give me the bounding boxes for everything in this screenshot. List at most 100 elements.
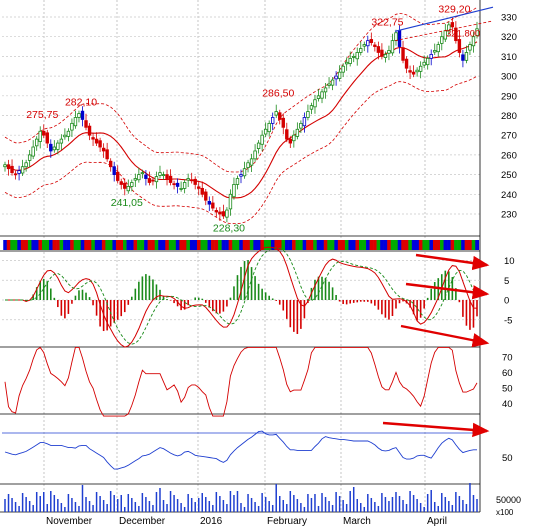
- candle-body: [94, 138, 99, 144]
- candle-body: [186, 178, 190, 181]
- ad-bar-segment: [144, 240, 148, 250]
- candle-body: [440, 36, 444, 44]
- candle-body: [200, 187, 204, 195]
- ad-bar-segment: [130, 240, 134, 250]
- ad-bar-segment: [70, 240, 74, 250]
- ad-bar-segment: [182, 240, 187, 250]
- ad-bar-segment: [401, 240, 406, 250]
- candle-body: [168, 175, 173, 183]
- price-annotation: 329,20: [438, 4, 470, 16]
- candle-body: [56, 142, 60, 150]
- ad-bar-segment: [327, 240, 332, 250]
- ad-bar-segment: [63, 240, 67, 250]
- candle-body: [242, 168, 247, 177]
- candle-body: [80, 110, 85, 120]
- candle-body: [3, 164, 7, 168]
- candle-body: [313, 99, 317, 108]
- candle-body: [436, 44, 440, 53]
- candle-body: [204, 191, 208, 201]
- macd-y-tick: 10: [504, 256, 515, 267]
- candle-body: [147, 178, 152, 183]
- candle-body: [429, 54, 433, 59]
- candle-body: [66, 130, 71, 137]
- candle-body: [175, 182, 180, 187]
- ad-bar-segment: [341, 240, 346, 250]
- ad-bar-segment: [288, 240, 293, 250]
- rsi-y-tick: 60: [502, 368, 513, 379]
- ad-bar-segment: [87, 240, 92, 250]
- ad-bar-segment: [440, 240, 444, 250]
- ad-bar-segment: [344, 240, 349, 250]
- ad-bar-segment: [235, 240, 240, 250]
- ad-bar-segment: [464, 240, 469, 250]
- ad-bar-segment: [316, 240, 321, 250]
- candle-body: [38, 130, 42, 142]
- ad-bar-segment: [281, 240, 286, 250]
- candle-body: [221, 211, 226, 217]
- ad-bar-segment: [91, 240, 96, 250]
- ad-bar-segment: [3, 240, 8, 250]
- ad-bar-segment: [214, 240, 219, 250]
- candle-body: [112, 166, 116, 176]
- candle-body: [387, 50, 391, 54]
- candle-body: [355, 52, 359, 60]
- candle-body: [383, 54, 388, 58]
- ad-bar-segment: [175, 240, 180, 250]
- candle-body: [126, 186, 130, 192]
- ad-bar-segment: [168, 240, 173, 250]
- candle-body: [165, 174, 169, 179]
- candle-body: [397, 29, 402, 47]
- ad-bar-segment: [330, 240, 335, 250]
- candle-body: [418, 65, 423, 72]
- ad-bar-segment: [108, 240, 113, 250]
- candle-body: [87, 125, 92, 136]
- ad-bar-segment: [355, 240, 360, 250]
- ad-bar-segment: [408, 240, 413, 250]
- candle-body: [404, 58, 409, 69]
- month-label: November: [46, 516, 93, 527]
- ad-bar-segment: [221, 240, 226, 250]
- ad-bar-segment: [196, 240, 201, 250]
- candle-body: [17, 170, 21, 174]
- month-label: February: [267, 516, 307, 527]
- ad-bar-segment: [292, 240, 296, 250]
- price-annotation: 282,10: [65, 96, 97, 108]
- candle-body: [73, 117, 78, 127]
- ad-bar-segment: [158, 240, 163, 250]
- candle-body: [292, 134, 296, 142]
- candle-body: [77, 113, 81, 118]
- candle-body: [189, 179, 194, 182]
- ad-bar-segment: [165, 240, 170, 250]
- candle-body: [369, 39, 374, 44]
- ad-bar-segment: [450, 240, 455, 250]
- candle-body: [218, 211, 222, 215]
- candle-body: [422, 61, 426, 66]
- candle-body: [172, 183, 176, 186]
- candle-body: [327, 83, 331, 86]
- ad-bar-segment: [10, 240, 15, 250]
- candle-body: [108, 160, 113, 168]
- ad-bar-segment: [101, 240, 106, 250]
- candle-body: [334, 75, 338, 80]
- ad-bar-segment: [369, 240, 374, 250]
- ad-bar-segment: [137, 240, 141, 250]
- candle-body: [408, 70, 412, 73]
- momentum-y-tick: 50: [502, 453, 513, 464]
- ad-bar-segment: [320, 240, 325, 250]
- ad-bar-segment: [404, 240, 409, 250]
- ad-bar-segment: [38, 240, 43, 250]
- candle-body: [63, 134, 67, 138]
- rsi-y-tick: 70: [502, 352, 513, 363]
- month-label: March: [343, 516, 371, 527]
- ad-bar-segment: [454, 240, 458, 250]
- candle-body: [366, 40, 370, 47]
- ad-bar-segment: [140, 240, 145, 250]
- candle-body: [316, 95, 321, 99]
- candle-body: [278, 112, 282, 120]
- candle-body: [461, 54, 465, 61]
- candle-body: [232, 184, 236, 198]
- ad-bar-segment: [242, 240, 247, 250]
- candle-body: [59, 138, 64, 144]
- price-y-tick: 270: [501, 131, 517, 142]
- price-y-tick: 330: [501, 13, 517, 24]
